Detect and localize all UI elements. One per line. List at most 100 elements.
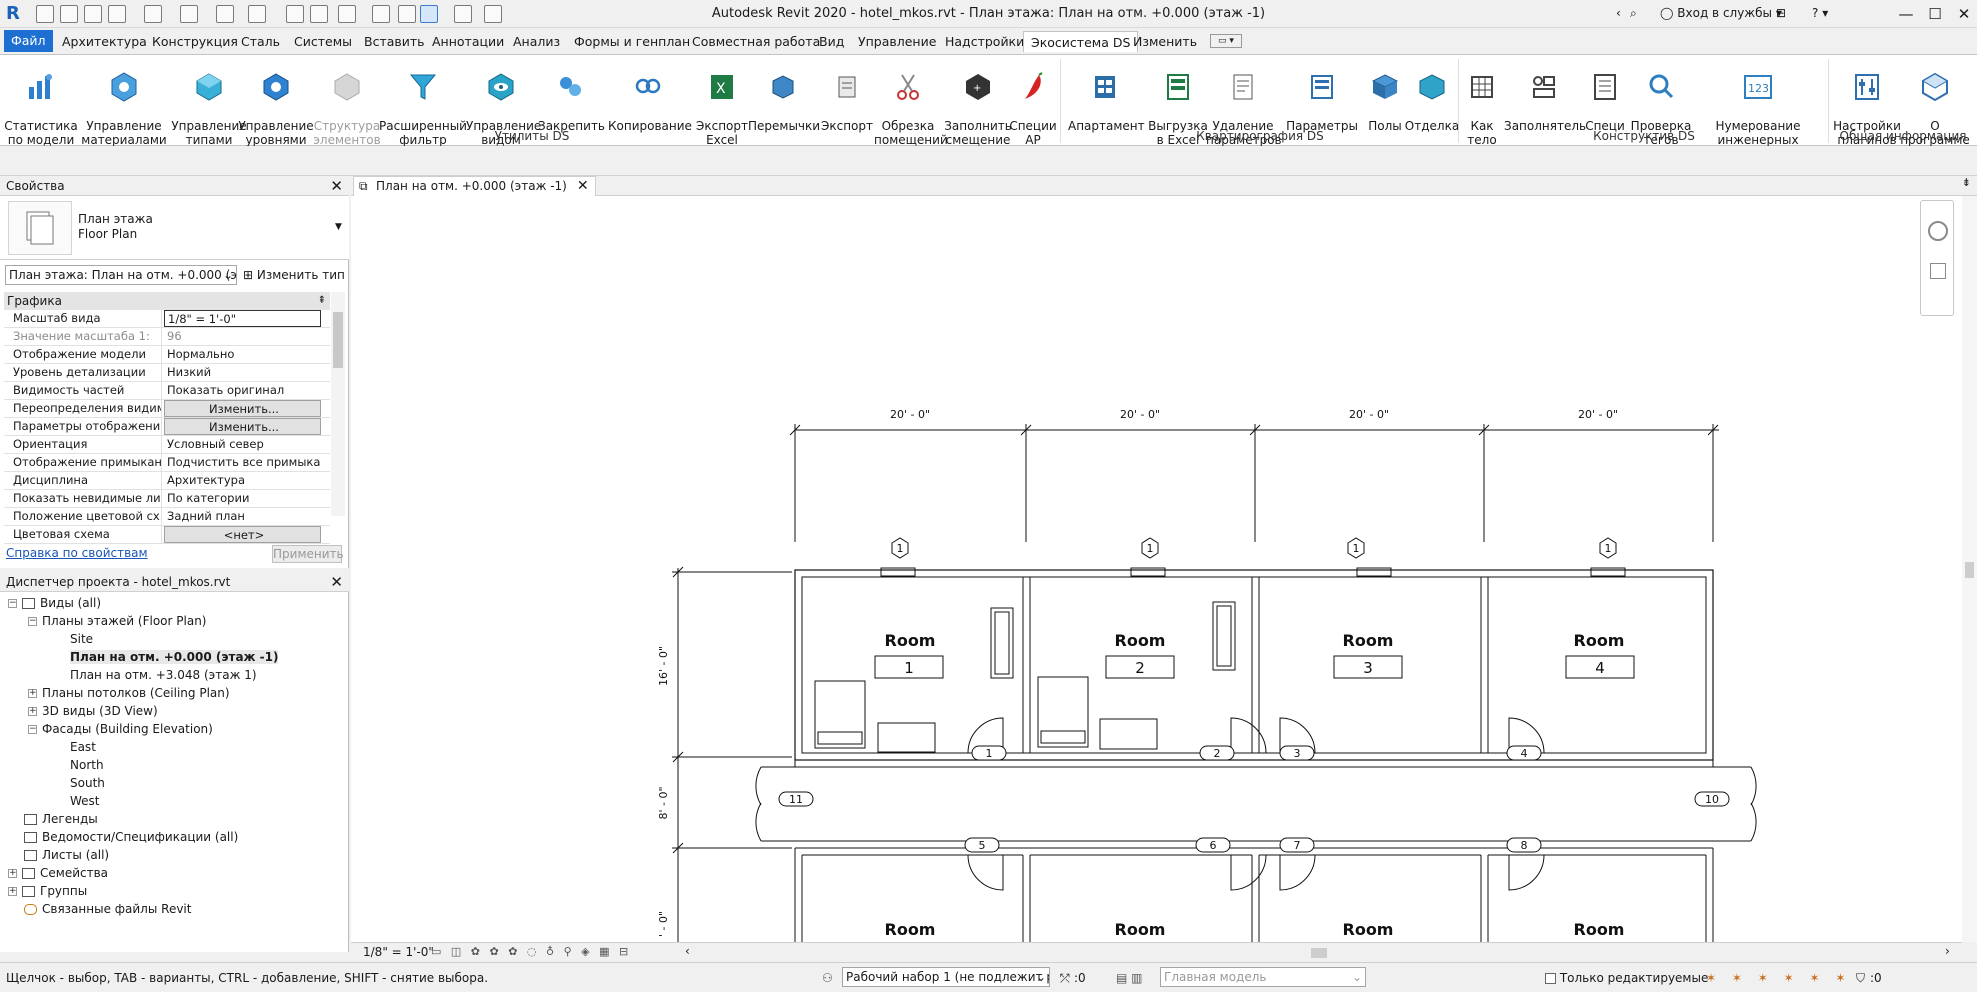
ribbon-minimize-icon[interactable]: ▭ ▾	[1210, 34, 1242, 48]
tree-item-sheets[interactable]: Листы (all)	[24, 846, 109, 864]
tree-item-elevations[interactable]: − Фасады (Building Elevation)	[28, 720, 213, 738]
view-scale[interactable]: 1/8" = 1'-0"	[363, 945, 434, 959]
room-number[interactable]: 1	[904, 659, 914, 677]
tree-item-plan-3048[interactable]: План на отм. +3.048 (этаж 1)	[70, 666, 257, 684]
instance-filter-dropdown[interactable]: План этажа: План на отм. +0.000 (этаж ⌄	[5, 265, 237, 285]
copy-button[interactable]: Копирование	[608, 57, 692, 133]
tree-item-south[interactable]: South	[70, 774, 105, 792]
pin-button[interactable]: Закрепить	[538, 57, 605, 133]
floors-button[interactable]: Полы	[1360, 57, 1410, 133]
close-icon[interactable]: ✕	[330, 176, 343, 196]
tree-item-floor-plans[interactable]: − Планы этажей (Floor Plan)	[28, 612, 206, 630]
window-tag[interactable]: 1	[1347, 537, 1365, 559]
door-tag[interactable]: 11	[778, 791, 814, 807]
workset-icon[interactable]: ⚇	[822, 971, 833, 985]
prop-row-parts-visibility[interactable]: Видимость частей Показать оригинал	[4, 382, 330, 400]
room-number[interactable]: 2	[1135, 659, 1145, 677]
tab-massing[interactable]: Формы и генплан	[567, 31, 697, 52]
tree-item-families[interactable]: + Семейства	[8, 864, 108, 882]
tree-item-groups[interactable]: + Группы	[8, 882, 87, 900]
prop-row-vg-overrides[interactable]: Переопределения видим... Изменить...	[4, 400, 330, 418]
door-tag[interactable]: 3	[1279, 745, 1315, 761]
tree-item-site[interactable]: Site	[70, 630, 93, 648]
scroll-right-icon[interactable]: ›	[1945, 944, 1950, 958]
prop-row-color-scheme-location[interactable]: Положение цветовой сх... Задний план	[4, 508, 330, 526]
workset-dropdown[interactable]: Рабочий набор 1 (не подлежит ре ⌄	[842, 967, 1050, 987]
tree-item-legends[interactable]: Легенды	[24, 810, 98, 828]
apartment-button[interactable]: Апартамент	[1068, 57, 1145, 133]
spec-button[interactable]: Специ	[1580, 57, 1630, 133]
tab-systems[interactable]: Системы	[287, 31, 359, 52]
design-options-icon[interactable]: ▤ ▥	[1116, 971, 1143, 985]
tab-annotate[interactable]: Аннотации	[425, 31, 511, 52]
tree-item-plan-0000[interactable]: План на отм. +0.000 (этаж -1)	[70, 648, 279, 666]
scroll-thumb[interactable]	[1965, 562, 1974, 578]
finish-button[interactable]: Отделка	[1404, 57, 1460, 133]
edit-type-button[interactable]: ⊞ Изменить тип	[243, 265, 345, 285]
prop-row-display-model[interactable]: Отображение модели Нормально	[4, 346, 330, 364]
room-number[interactable]: 3	[1363, 659, 1373, 677]
prop-row-hidden-lines[interactable]: Показать невидимые ли... По категории	[4, 490, 330, 508]
prop-row-detail-level[interactable]: Уровень детализации Низкий	[4, 364, 330, 382]
door-tag[interactable]: 1	[971, 745, 1007, 761]
tree-item-views[interactable]: − Виды (all)	[8, 594, 101, 612]
apply-button[interactable]: Применить	[272, 545, 344, 563]
tab-addins[interactable]: Надстройки	[938, 31, 1031, 52]
lintels-button[interactable]: Перемычки	[748, 57, 820, 133]
prop-row-orientation[interactable]: Ориентация Условный север	[4, 436, 330, 454]
pick-count-icon[interactable]: ⤱	[1060, 971, 1070, 986]
editable-only-checkbox[interactable]: Только редактируемые	[1545, 971, 1708, 985]
tab-structure[interactable]: Конструкция	[145, 31, 245, 52]
window-tag[interactable]: 1	[1599, 537, 1617, 559]
view-tab-plan[interactable]: ⧉ План на отм. +0.000 (этаж -1) ✕	[353, 176, 596, 196]
tree-item-3d-views[interactable]: +3D виды (3D View)	[28, 702, 158, 720]
tab-analyze[interactable]: Анализ	[506, 31, 567, 52]
filter-icon[interactable]: ⛉	[1856, 971, 1865, 986]
door-tag[interactable]: 8	[1506, 837, 1542, 853]
tab-ecosystem-ds[interactable]: Экосистема DS	[1023, 31, 1139, 52]
binoculars-icon[interactable]: ⌕	[1630, 6, 1637, 21]
prop-row-discipline[interactable]: Дисциплина Архитектура	[4, 472, 330, 490]
close-icon[interactable]: ✕	[577, 178, 589, 194]
help-button[interactable]: ? ▾	[1812, 6, 1828, 20]
type-selector[interactable]: План этажа Floor Plan ▼	[0, 196, 349, 260]
canvas-vertical-scrollbar[interactable]	[1962, 196, 1977, 942]
window-tag[interactable]: 1	[891, 537, 909, 559]
close-icon[interactable]: ✕	[1952, 3, 1976, 25]
floor-plan-drawing[interactable]: 20' - 0" 20' - 0" 20' - 0" 20' - 0" 16' …	[351, 196, 1962, 942]
signin-button[interactable]: ◯ Вход в службы ▾	[1660, 6, 1782, 20]
tree-item-schedules[interactable]: Ведомости/Спецификации (all)	[24, 828, 238, 846]
tree-item-ceiling-plans[interactable]: + Планы потолков (Ceiling Plan)	[28, 684, 230, 702]
tab-collaborate[interactable]: Совместная работа	[685, 31, 827, 52]
zoom-icon[interactable]	[1930, 263, 1946, 279]
filler-button[interactable]: Заполнятель	[1504, 57, 1586, 133]
cart-icon[interactable]: ⊟	[1776, 6, 1786, 20]
params-button[interactable]: Параметры	[1284, 57, 1360, 133]
design-option-dropdown[interactable]: Главная модель ⌄	[1160, 967, 1366, 987]
tree-item-west[interactable]: West	[70, 792, 100, 810]
prop-row-wall-join[interactable]: Отображение примыкан... Подчистить все пр…	[4, 454, 330, 472]
room-number[interactable]: 4	[1595, 659, 1605, 677]
tree-item-east[interactable]: East	[70, 738, 96, 756]
window-tag[interactable]: 1	[1141, 537, 1159, 559]
prop-row-view-scale[interactable]: Масштаб вида 1/8" = 1'-0"	[4, 310, 330, 328]
tab-steel[interactable]: Сталь	[234, 31, 287, 52]
tab-view[interactable]: Вид	[812, 31, 851, 52]
back-icon[interactable]: ‹	[1616, 6, 1621, 20]
door-tag[interactable]: 2	[1199, 745, 1235, 761]
tabs-menu-icon[interactable]: ⇟	[1962, 176, 1971, 189]
door-tag[interactable]: 5	[964, 837, 1000, 853]
prop-row-display-options[interactable]: Параметры отображени... Изменить...	[4, 418, 330, 436]
scroll-left-icon[interactable]: ‹	[685, 944, 690, 958]
steering-wheel-icon[interactable]	[1928, 221, 1948, 241]
chevron-down-icon[interactable]: ▼	[335, 222, 342, 232]
door-tag[interactable]: 4	[1506, 745, 1542, 761]
drawing-canvas[interactable]: 20' - 0" 20' - 0" 20' - 0" 20' - 0" 16' …	[351, 196, 1962, 942]
properties-help-link[interactable]: Справка по свойствам	[6, 546, 148, 560]
edit-button[interactable]: Изменить...	[164, 400, 321, 417]
door-tag[interactable]: 7	[1279, 837, 1315, 853]
tab-insert[interactable]: Вставить	[357, 31, 432, 52]
graphics-section-header[interactable]: Графика ⇞	[4, 292, 330, 310]
view-controls-icons[interactable]: ▭ ◫ ✿ ✿ ✿ ◌ ♁ ⚲ ◈ ▦ ⊟	[431, 945, 631, 958]
color-scheme-button[interactable]: <нет>	[164, 526, 321, 543]
